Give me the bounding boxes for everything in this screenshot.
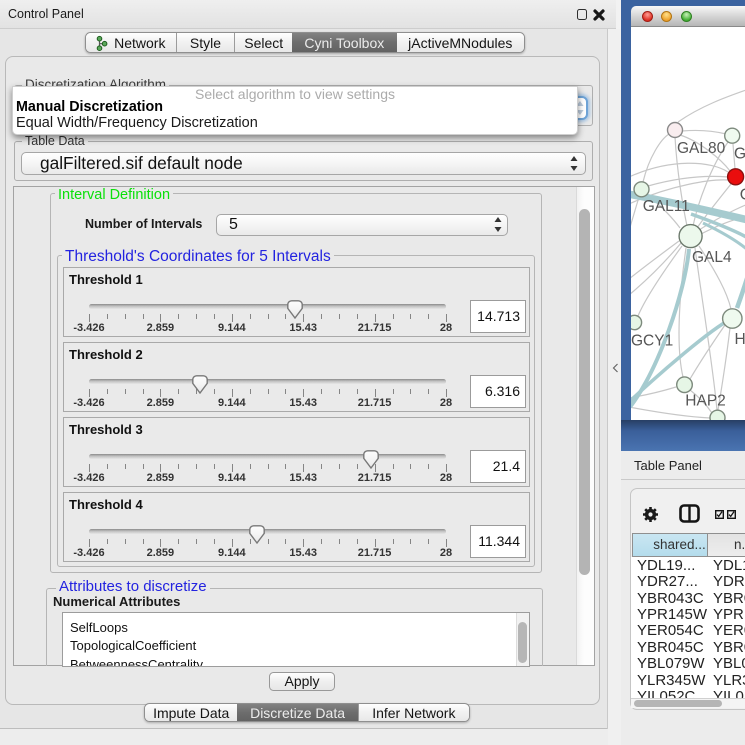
svg-text:GAL80: GAL80 bbox=[677, 140, 726, 157]
svg-text:GA: GA bbox=[734, 146, 745, 163]
svg-text:GCY1: GCY1 bbox=[631, 332, 673, 349]
svg-text:C: C bbox=[740, 187, 745, 204]
svg-text:GAL11: GAL11 bbox=[643, 198, 690, 215]
svg-text:GAL4: GAL4 bbox=[692, 249, 732, 266]
svg-text:HAP2: HAP2 bbox=[685, 393, 726, 410]
svg-text:H: H bbox=[735, 331, 745, 348]
